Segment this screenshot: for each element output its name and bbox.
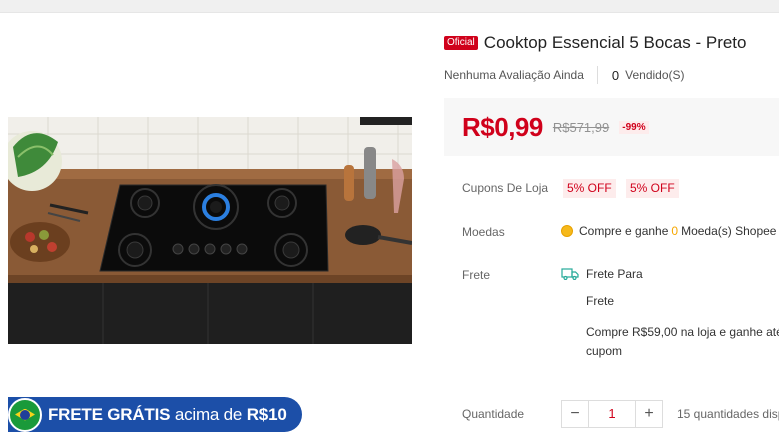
rating-text[interactable]: Nenhuma Avaliação Ainda <box>444 68 584 82</box>
coins-text-after: Moeda(s) Shopee <box>681 224 777 238</box>
quantity-label: Quantidade <box>462 407 525 421</box>
product-title: Cooktop Essencial 5 Bocas - Preto <box>483 33 747 52</box>
sold-label: Vendido(S) <box>625 68 685 82</box>
coins-label: Moedas <box>462 225 505 239</box>
free-shipping-text: FRETE GRÁTIS acima de R$10 <box>48 405 287 425</box>
current-price: R$0,99 <box>462 111 543 142</box>
shipping-to[interactable]: Frete Para <box>586 267 643 281</box>
coupon-tag[interactable]: 5% OFF <box>626 179 679 198</box>
rating-row: Nenhuma Avaliação Ainda 0 Vendido(S) <box>444 66 685 84</box>
shipping-promo: Compre R$59,00 na loja e ganhe até cupom <box>586 323 779 361</box>
free-shipping-banner: FRETE GRÁTIS acima de R$10 <box>8 397 302 432</box>
coins-text-before: Compre e ganhe <box>579 224 669 238</box>
shipping-label: Frete <box>462 268 491 282</box>
shipping-cost-label: Frete <box>586 294 615 308</box>
coins-row: Compre e ganhe 0 Moeda(s) Shopee <box>561 224 776 238</box>
price-box: R$0,99 R$571,99 -99% <box>444 98 779 156</box>
increase-button[interactable]: + <box>635 400 663 428</box>
discount-badge: -99% <box>619 120 649 134</box>
free-shipping-rest: acima de <box>174 404 243 424</box>
divider <box>596 66 598 84</box>
shipping-row: Frete Para <box>561 267 643 281</box>
coins-amount: 0 <box>671 224 679 238</box>
quantity-stepper: − 1 + <box>561 400 663 428</box>
free-shipping-value: R$10 <box>246 404 287 424</box>
truck-icon <box>561 268 579 280</box>
shipping-promo-line2: cupom <box>586 344 623 358</box>
shipping-promo-line1: Compre R$59,00 na loja e ganhe até <box>586 325 779 339</box>
product-title-row: Oficial Cooktop Essencial 5 Bocas - Pret… <box>444 33 746 53</box>
sold-count: 0 <box>611 67 620 83</box>
free-shipping-bold: FRETE GRÁTIS <box>48 404 171 424</box>
coupon-tag[interactable]: 5% OFF <box>563 179 616 198</box>
coin-icon <box>561 225 573 237</box>
quantity-input[interactable]: 1 <box>589 400 635 428</box>
brazil-flag-icon <box>8 397 42 432</box>
decrease-button[interactable]: − <box>561 400 589 428</box>
official-badge: Oficial <box>444 36 478 50</box>
original-price: R$571,99 <box>552 119 610 135</box>
available-quantity: 15 quantidades disponíveis <box>677 407 779 421</box>
top-bar <box>0 0 779 13</box>
product-image[interactable] <box>8 117 412 344</box>
coupons-label: Cupons De Loja <box>462 181 549 195</box>
